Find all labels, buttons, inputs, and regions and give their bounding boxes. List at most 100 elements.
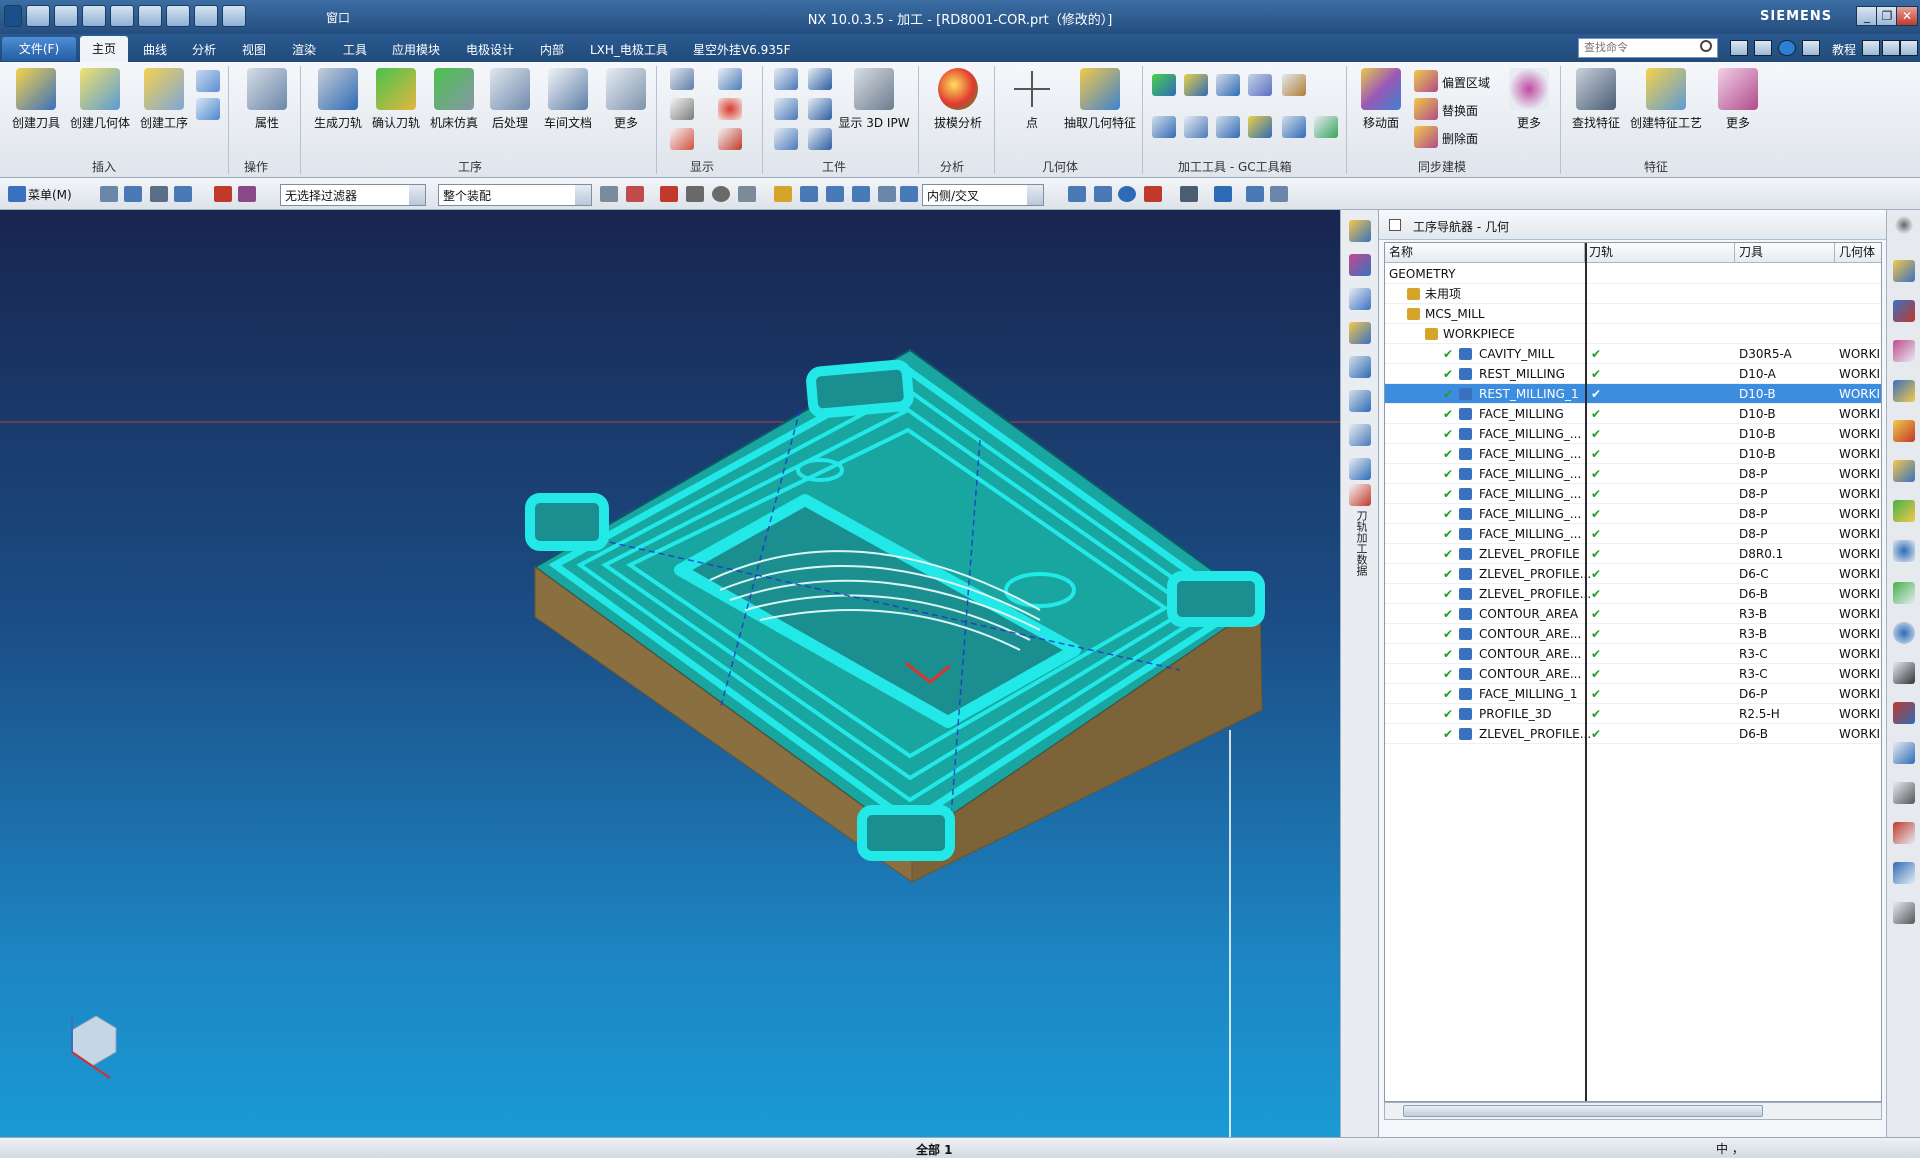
snap-11-icon[interactable]: [878, 186, 896, 202]
settings-icon[interactable]: [1802, 40, 1820, 56]
table-row[interactable]: REST_MILLING_1 ✔ ✔ D10-B WORKI: [1385, 384, 1881, 404]
delete-face-icon[interactable]: [1414, 126, 1438, 148]
table-row[interactable]: FACE_MILLING_... ✔ ✔ D10-B WORKI: [1385, 444, 1881, 464]
restore-button[interactable]: ❐: [1876, 6, 1898, 26]
offset-region-label[interactable]: 偏置区域: [1442, 74, 1490, 91]
gc-tool-2-icon[interactable]: [1184, 74, 1208, 96]
history-icon[interactable]: [1349, 220, 1371, 242]
close-button[interactable]: ✕: [1896, 6, 1918, 26]
snap-tool-3-icon[interactable]: [150, 186, 168, 202]
select-filter-1-icon[interactable]: [214, 186, 232, 202]
right-tool-3-icon[interactable]: [1893, 340, 1915, 362]
snap-4-icon[interactable]: [686, 186, 704, 202]
table-row[interactable]: CONTOUR_ARE... ✔ ✔ R3-C WORKI: [1385, 664, 1881, 684]
feature-more-button[interactable]: 更多: [1716, 68, 1760, 131]
workpiece-tool-3-icon[interactable]: [774, 98, 798, 120]
minimize-button[interactable]: _: [1856, 6, 1878, 26]
snap-10-icon[interactable]: [852, 186, 870, 202]
column-toolpath[interactable]: 刀轨: [1585, 243, 1735, 263]
gc-tool-5-icon[interactable]: [1282, 74, 1306, 96]
right-tool-16-icon[interactable]: [1893, 902, 1915, 924]
snap-12-icon[interactable]: [900, 186, 918, 202]
layer-icon[interactable]: [1246, 186, 1264, 202]
draft-analysis-button[interactable]: 拔模分析: [930, 68, 986, 131]
process-more-button[interactable]: 更多: [604, 68, 648, 131]
tab-analysis[interactable]: 分析: [192, 41, 216, 58]
extract-geometry-button[interactable]: 抽取几何特征: [1060, 68, 1140, 131]
menu-icon[interactable]: [8, 186, 26, 202]
view-zoom-icon[interactable]: [1094, 186, 1112, 202]
tab-electrode-design[interactable]: 电极设计: [466, 41, 514, 58]
scrollbar-thumb[interactable]: [1403, 1105, 1763, 1117]
replace-face-label[interactable]: 替换面: [1442, 102, 1478, 119]
snap-1-icon[interactable]: [600, 186, 618, 202]
help-icon[interactable]: [1778, 40, 1796, 56]
table-row[interactable]: FACE_MILLING_... ✔ ✔ D8-P WORKI: [1385, 504, 1881, 524]
view-orient-icon[interactable]: [1144, 186, 1162, 202]
ribbon-restore-icon[interactable]: [1882, 40, 1900, 56]
menu-button[interactable]: 菜单(M): [28, 186, 72, 203]
machine-simulation-button[interactable]: 机床仿真: [426, 68, 482, 131]
right-tool-2-icon[interactable]: [1893, 300, 1915, 322]
snap-9-icon[interactable]: [826, 186, 844, 202]
gc-tool-8-icon[interactable]: [1216, 116, 1240, 138]
file-menu[interactable]: 文件(F): [2, 37, 76, 61]
postprocess-button[interactable]: 后处理: [484, 68, 536, 131]
navigator-horizontal-scrollbar[interactable]: [1384, 1102, 1882, 1120]
right-tool-6-icon[interactable]: [1893, 460, 1915, 482]
table-row[interactable]: REST_MILLING ✔ ✔ D10-A WORKI: [1385, 364, 1881, 384]
display-curve-icon[interactable]: [718, 128, 742, 150]
table-row[interactable]: FACE_MILLING_... ✔ ✔ D8-P WORKI: [1385, 464, 1881, 484]
gear-icon[interactable]: [1893, 214, 1915, 236]
toolpath-data-icon[interactable]: [1349, 484, 1371, 506]
machine-tool-icon[interactable]: [1349, 288, 1371, 310]
gc-tool-9-icon[interactable]: [1248, 116, 1272, 138]
find-feature-button[interactable]: 查找特征: [1568, 68, 1624, 131]
display-region-icon[interactable]: [670, 128, 694, 150]
create-tool-button[interactable]: 创建刀具: [10, 68, 62, 131]
right-tool-11-icon[interactable]: [1893, 702, 1915, 724]
properties-button[interactable]: 属性: [240, 68, 294, 131]
gc-tool-11-icon[interactable]: [1314, 116, 1338, 138]
right-tool-1-icon[interactable]: [1893, 260, 1915, 282]
create-program-icon[interactable]: [196, 98, 220, 120]
create-operation-button[interactable]: 创建工序: [136, 68, 192, 131]
tab-view[interactable]: 视图: [242, 41, 266, 58]
navigator-tree[interactable]: 名称 刀轨 刀具 几何体 GEOMETRY 未用项 MCS_MILL WORKPIEC…: [1384, 242, 1882, 1102]
ribbon-minimize-icon[interactable]: [1862, 40, 1880, 56]
snap-5-icon[interactable]: [712, 186, 730, 202]
toolpath-data-tab[interactable]: 刀轨加工数据: [1353, 510, 1368, 576]
navigator-pin-checkbox[interactable]: [1389, 219, 1401, 231]
point-button[interactable]: 点: [1008, 68, 1056, 131]
tab-xingkong-plugin[interactable]: 星空外挂V6.935F: [693, 41, 790, 58]
verify-toolpath-button[interactable]: 确认刀轨: [368, 68, 424, 131]
table-row[interactable]: ZLEVEL_PROFILE ✔ ✔ D8R0.1 WORKI: [1385, 544, 1881, 564]
snap-tool-2-icon[interactable]: [124, 186, 142, 202]
right-tool-13-icon[interactable]: [1893, 782, 1915, 804]
snap-tool-4-icon[interactable]: [174, 186, 192, 202]
command-search-input[interactable]: [1578, 38, 1718, 58]
table-row[interactable]: 未用项: [1385, 284, 1881, 304]
search-icon[interactable]: [1700, 40, 1712, 52]
table-row[interactable]: ZLEVEL_PROFILE... ✔ ✔ D6-B WORKI: [1385, 724, 1881, 744]
collapse-ribbon-icon[interactable]: [1754, 40, 1772, 56]
select-filter-2-icon[interactable]: [238, 186, 256, 202]
web-browser-icon[interactable]: [1349, 424, 1371, 446]
table-row[interactable]: ZLEVEL_PROFILE... ✔ ✔ D6-C WORKI: [1385, 564, 1881, 584]
gc-tool-6-icon[interactable]: [1152, 116, 1176, 138]
table-row[interactable]: FACE_MILLING_... ✔ ✔ D8-P WORKI: [1385, 484, 1881, 504]
right-tool-5-icon[interactable]: [1893, 420, 1915, 442]
display-toolpath-icon[interactable]: [670, 68, 694, 90]
table-row[interactable]: CONTOUR_ARE... ✔ ✔ R3-C WORKI: [1385, 644, 1881, 664]
fullscreen-icon[interactable]: [1730, 40, 1748, 56]
part-model[interactable]: [0, 210, 1340, 1137]
tab-lxh-electrode-tools[interactable]: LXH_电极工具: [590, 41, 668, 58]
create-geometry-button[interactable]: 创建几何体: [68, 68, 132, 131]
operation-navigator-icon[interactable]: [1349, 254, 1371, 276]
workpiece-tool-6-icon[interactable]: [808, 128, 832, 150]
snap-tool-1-icon[interactable]: [100, 186, 118, 202]
right-tool-14-icon[interactable]: [1893, 822, 1915, 844]
snap-7-icon[interactable]: [774, 186, 792, 202]
ime-indicator[interactable]: 中 ，: [1716, 1140, 1744, 1157]
sync-more-button[interactable]: 更多: [1504, 68, 1554, 131]
